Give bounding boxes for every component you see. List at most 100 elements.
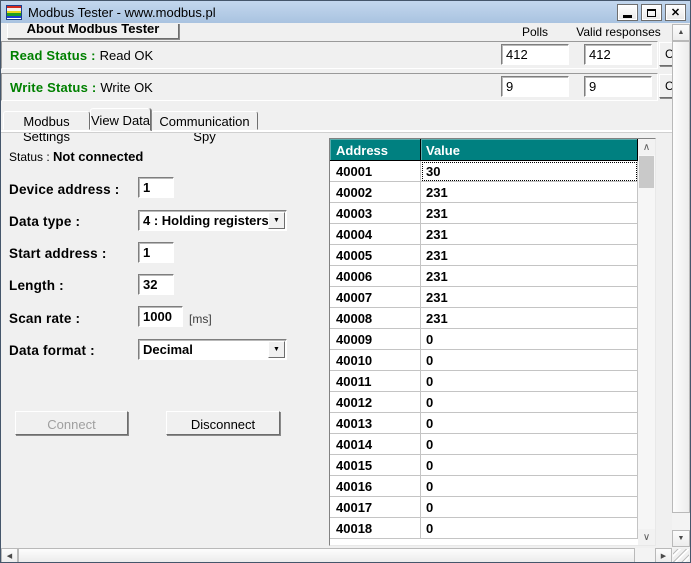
disconnect-button[interactable]: Disconnect	[166, 411, 280, 435]
value-cell[interactable]: 0	[421, 413, 638, 434]
value-cell[interactable]: 30	[421, 161, 638, 182]
table-row[interactable]: 40009 0	[330, 329, 638, 350]
table-row[interactable]: 40015 0	[330, 455, 638, 476]
value-cell[interactable]: 0	[421, 497, 638, 518]
data-format-select[interactable]: Decimal ▼	[138, 339, 287, 360]
data-type-dropdown-button[interactable]: ▼	[268, 212, 285, 229]
value-cell[interactable]: 231	[421, 203, 638, 224]
table-row[interactable]: 40002 231	[330, 182, 638, 203]
grid-scrollbar-thumb[interactable]	[639, 156, 654, 188]
address-cell[interactable]: 40018	[330, 518, 421, 539]
address-cell[interactable]: 40002	[330, 182, 421, 203]
scroll-up-icon[interactable]: ▲	[672, 24, 690, 41]
start-address-field[interactable]: 1	[138, 242, 174, 263]
scroll-right-icon[interactable]: ▶	[655, 548, 672, 562]
value-cell[interactable]: 231	[421, 245, 638, 266]
address-cell[interactable]: 40015	[330, 455, 421, 476]
address-cell[interactable]: 40017	[330, 497, 421, 518]
value-cell[interactable]: 231	[421, 308, 638, 329]
grid-scroll-up-icon[interactable]: ∧	[638, 139, 655, 155]
window-title: Modbus Tester - www.modbus.pl	[28, 4, 216, 20]
address-cell[interactable]: 40009	[330, 329, 421, 350]
address-cell[interactable]: 40013	[330, 413, 421, 434]
write-valid-responses-field[interactable]: 9	[584, 76, 652, 97]
resize-grip[interactable]	[673, 549, 689, 562]
address-cell[interactable]: 40016	[330, 476, 421, 497]
value-cell[interactable]: 0	[421, 476, 638, 497]
maximize-button[interactable]	[641, 4, 662, 21]
scan-rate-unit: [ms]	[189, 312, 212, 326]
data-type-select[interactable]: 4 : Holding registers ▼	[138, 210, 287, 231]
value-cell[interactable]: 0	[421, 392, 638, 413]
grid-scroll-down-icon[interactable]: ∨	[638, 529, 655, 545]
address-cell[interactable]: 40011	[330, 371, 421, 392]
address-cell[interactable]: 40006	[330, 266, 421, 287]
address-cell[interactable]: 40008	[330, 308, 421, 329]
table-row[interactable]: 40011 0	[330, 371, 638, 392]
table-row[interactable]: 40003 231	[330, 203, 638, 224]
address-cell[interactable]: 40003	[330, 203, 421, 224]
scroll-down-icon[interactable]: ▼	[672, 530, 690, 547]
grid-header-address[interactable]: Address	[330, 139, 421, 161]
data-format-dropdown-button[interactable]: ▼	[268, 341, 285, 358]
horizontal-scrollbar[interactable]: ◀ ▶	[1, 548, 673, 562]
table-row[interactable]: 40004 231	[330, 224, 638, 245]
value-cell[interactable]: 0	[421, 350, 638, 371]
value-cell[interactable]: 231	[421, 182, 638, 203]
table-row[interactable]: 40001 30	[330, 161, 638, 182]
table-row[interactable]: 40018 0	[330, 518, 638, 539]
table-row[interactable]: 40006 231	[330, 266, 638, 287]
length-field[interactable]: 32	[138, 274, 174, 295]
value-cell[interactable]: 0	[421, 434, 638, 455]
device-address-label: Device address :	[9, 182, 120, 197]
horizontal-scrollbar-thumb[interactable]	[18, 548, 635, 562]
address-cell[interactable]: 40014	[330, 434, 421, 455]
address-cell[interactable]: 40004	[330, 224, 421, 245]
connect-button[interactable]: Connect	[15, 411, 128, 435]
value-cell[interactable]: 231	[421, 224, 638, 245]
value-cell[interactable]: 0	[421, 371, 638, 392]
value-cell[interactable]: 231	[421, 266, 638, 287]
read-valid-responses-field[interactable]: 412	[584, 44, 652, 65]
vertical-scrollbar-thumb[interactable]	[672, 41, 690, 513]
table-row[interactable]: 40005 231	[330, 245, 638, 266]
grid-header-value[interactable]: Value	[421, 139, 638, 161]
maximize-icon	[647, 8, 656, 17]
minimize-button[interactable]	[617, 4, 638, 21]
data-format-value: Decimal	[143, 342, 193, 357]
table-row[interactable]: 40014 0	[330, 434, 638, 455]
about-button[interactable]: About Modbus Tester	[7, 24, 179, 39]
value-cell[interactable]: 0	[421, 455, 638, 476]
polls-label: Polls	[521, 25, 548, 39]
tab-view-data[interactable]: View Data	[90, 108, 151, 131]
read-polls-field[interactable]: 412	[501, 44, 569, 65]
scan-rate-field[interactable]: 1000	[138, 306, 183, 327]
value-cell[interactable]: 231	[421, 287, 638, 308]
address-cell[interactable]: 40007	[330, 287, 421, 308]
tab-modbus-settings[interactable]: Modbus Settings	[3, 111, 90, 144]
close-button[interactable]: ✕	[665, 4, 686, 21]
grid-scrollbar[interactable]: ∧ ∨	[638, 139, 655, 545]
value-cell[interactable]: 0	[421, 329, 638, 350]
table-row[interactable]: 40013 0	[330, 413, 638, 434]
address-cell[interactable]: 40010	[330, 350, 421, 371]
table-row[interactable]: 40016 0	[330, 476, 638, 497]
write-polls-field[interactable]: 9	[501, 76, 569, 97]
value-cell[interactable]: 0	[421, 518, 638, 539]
vertical-scrollbar[interactable]: ▲ ▼	[672, 24, 690, 548]
title-bar[interactable]: Modbus Tester - www.modbus.pl ✕	[1, 1, 690, 23]
device-address-field[interactable]: 1	[138, 177, 174, 198]
table-row[interactable]: 40012 0	[330, 392, 638, 413]
address-cell[interactable]: 40001	[330, 161, 421, 182]
table-row[interactable]: 40008 231	[330, 308, 638, 329]
scroll-left-icon[interactable]: ◀	[1, 548, 18, 562]
table-row[interactable]: 40017 0	[330, 497, 638, 518]
address-cell[interactable]: 40005	[330, 245, 421, 266]
connection-status-label: Status :	[9, 150, 50, 164]
data-type-label: Data type :	[9, 214, 81, 229]
address-cell[interactable]: 40012	[330, 392, 421, 413]
table-row[interactable]: 40007 231	[330, 287, 638, 308]
tab-communication-spy[interactable]: Communication Spy	[151, 111, 258, 144]
client-area: About Modbus Tester Polls Valid response…	[1, 24, 690, 562]
table-row[interactable]: 40010 0	[330, 350, 638, 371]
